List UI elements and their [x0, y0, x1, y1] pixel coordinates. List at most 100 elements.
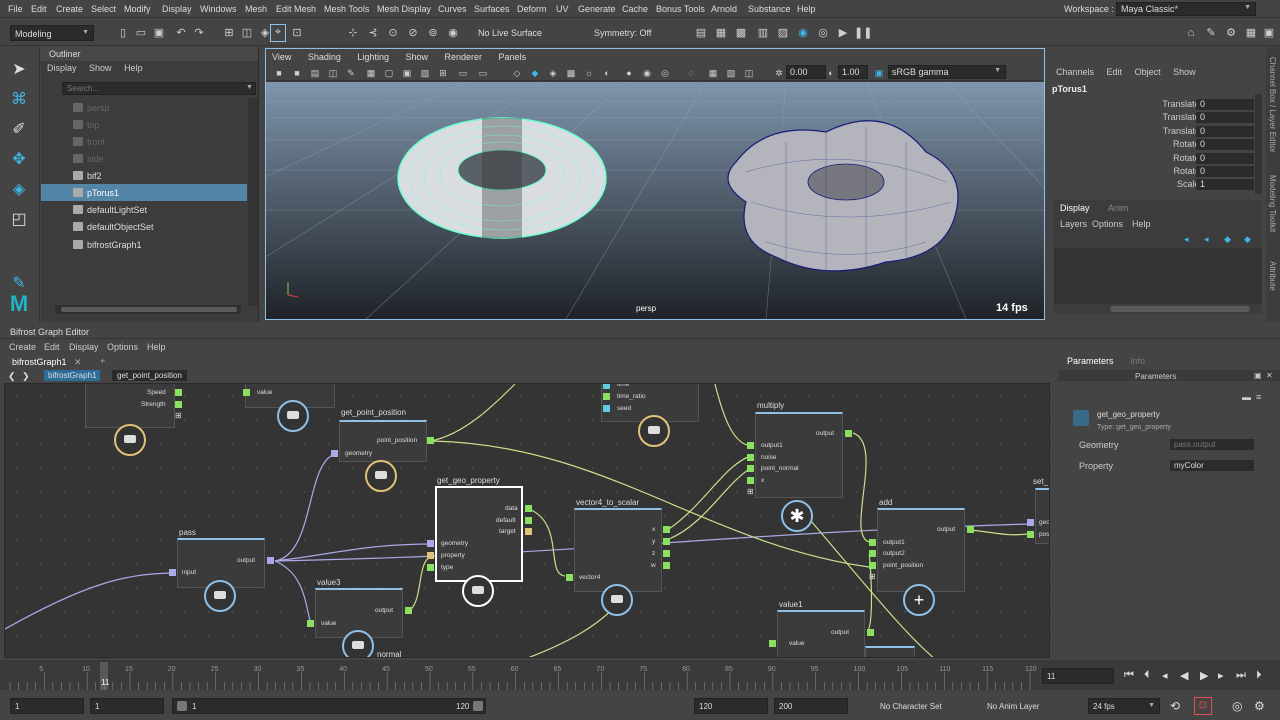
- new-layer-icon[interactable]: ◆: [1224, 234, 1231, 245]
- isolate-select-icon[interactable]: ◌: [684, 66, 698, 80]
- back-icon[interactable]: ❮: [8, 371, 16, 382]
- menu-mesh-display[interactable]: Mesh Display: [377, 4, 431, 14]
- pin-add-output[interactable]: [967, 526, 974, 533]
- grid-icon[interactable]: ▦: [364, 66, 378, 80]
- channel-row[interactable]: Scale X1: [1050, 179, 1260, 192]
- menu-generate[interactable]: Generate: [578, 4, 616, 14]
- paint-select-tool-icon[interactable]: ✐: [8, 119, 30, 141]
- torus-mesh[interactable]: [397, 117, 607, 239]
- pin-strength[interactable]: [175, 401, 182, 408]
- outliner-item[interactable]: side: [41, 150, 247, 167]
- hypershade-icon[interactable]: ◎: [816, 26, 830, 40]
- sound-icon[interactable]: ◎: [1232, 699, 1242, 713]
- channel-value[interactable]: 0: [1196, 139, 1254, 151]
- make-live-icon[interactable]: ◉: [446, 26, 460, 40]
- pin-w[interactable]: [663, 562, 670, 569]
- play-forward-icon[interactable]: ▶: [1200, 669, 1208, 682]
- panel-icon[interactable]: ▣: [1262, 26, 1276, 40]
- color-management-icon[interactable]: ▣: [872, 66, 886, 80]
- perspective-viewport[interactable]: View Shading Lighting Show Renderer Pane…: [265, 48, 1045, 320]
- go-to-start-icon[interactable]: ⏮: [1124, 669, 1134, 682]
- step-back-frame-icon[interactable]: ◂: [1162, 669, 1168, 682]
- pin-pass-output[interactable]: [267, 557, 274, 564]
- menu-edit[interactable]: Edit: [31, 4, 47, 14]
- bookmark-icon[interactable]: ■: [290, 66, 304, 80]
- menu-uv[interactable]: UV: [556, 4, 569, 14]
- pin-panel-icon[interactable]: ▬: [1242, 392, 1251, 402]
- character-set-select[interactable]: No Character Set: [880, 702, 942, 711]
- channel-row[interactable]: Rotate Z0: [1050, 166, 1260, 179]
- move-tool-icon[interactable]: ✥: [8, 149, 30, 171]
- select-object-icon[interactable]: ◫: [240, 26, 254, 40]
- menu-mesh[interactable]: Mesh: [245, 4, 267, 14]
- viewport-menu-shading[interactable]: Shading: [308, 52, 341, 62]
- menu-edit-mesh[interactable]: Edit Mesh: [276, 4, 316, 14]
- menu-mesh-tools[interactable]: Mesh Tools: [324, 4, 369, 14]
- resolution-gate-icon[interactable]: ▣: [400, 66, 414, 80]
- auto-key-icon[interactable]: ⊡: [1194, 697, 1212, 715]
- outliner-item[interactable]: bif2: [41, 167, 247, 184]
- bifrost-menu-options[interactable]: Options: [107, 342, 138, 352]
- layer-menu-options[interactable]: Options: [1092, 219, 1123, 229]
- menu-curves[interactable]: Curves: [438, 4, 467, 14]
- workspace-select[interactable]: Maya Classic* ▼: [1116, 2, 1256, 16]
- add-port-icon[interactable]: ⊞: [747, 487, 754, 496]
- side-tab-attribute[interactable]: Attribute: [1268, 261, 1277, 291]
- node-feedback-icon[interactable]: [114, 424, 146, 456]
- paint-icon[interactable]: ✎: [1204, 26, 1218, 40]
- wireframe-icon[interactable]: ◇: [510, 66, 524, 80]
- film-gate-icon[interactable]: ▢: [382, 66, 396, 80]
- more-icon[interactable]: ≡: [1256, 392, 1261, 402]
- ambient-occlusion-icon[interactable]: ●: [622, 66, 636, 80]
- lights-icon[interactable]: ☼: [582, 66, 596, 80]
- redo-icon[interactable]: ↷: [192, 26, 206, 40]
- node-geo-property-icon[interactable]: [462, 575, 494, 607]
- render-settings-icon[interactable]: ▨: [776, 26, 790, 40]
- channel-value[interactable]: 0: [1196, 125, 1254, 137]
- render-view-icon[interactable]: ▶: [836, 26, 850, 40]
- side-tab-channel-box[interactable]: Channel Box / Layer Editor: [1268, 57, 1277, 153]
- layer-down-icon[interactable]: ◂: [1204, 234, 1209, 245]
- search-options-icon[interactable]: ▼: [246, 84, 253, 91]
- pin-set-geo[interactable]: [1027, 519, 1034, 526]
- exposure-field[interactable]: 0.00: [786, 65, 826, 79]
- pin-add-output1[interactable]: [869, 539, 876, 546]
- dock-icon[interactable]: ▣: [1254, 371, 1262, 380]
- menu-arnold[interactable]: Arnold: [711, 4, 737, 14]
- construction-history-icon[interactable]: ▤: [694, 26, 708, 40]
- pin-data[interactable]: [525, 505, 532, 512]
- pin-point-position[interactable]: [427, 437, 434, 444]
- menu-surfaces[interactable]: Surfaces: [474, 4, 510, 14]
- menu-bonus-tools[interactable]: Bonus Tools: [656, 4, 705, 14]
- pin-value1-input[interactable]: [769, 640, 776, 647]
- pin-mult-point-normal[interactable]: [747, 465, 754, 472]
- viewport-menu-view[interactable]: View: [272, 52, 291, 62]
- node-vector4-icon[interactable]: [601, 584, 633, 616]
- channels-menu-edit[interactable]: Edit: [1107, 67, 1123, 77]
- new-layer-selected-icon[interactable]: ◆: [1244, 234, 1251, 245]
- step-back-key-icon[interactable]: ⏴: [1144, 669, 1150, 682]
- channel-value[interactable]: 0: [1196, 112, 1254, 124]
- property-field[interactable]: myColor: [1170, 460, 1254, 471]
- pin-vector4[interactable]: [566, 574, 573, 581]
- select-hierarchy-icon[interactable]: ⊞: [222, 26, 236, 40]
- channel-value[interactable]: 0: [1196, 99, 1254, 110]
- step-forward-key-icon[interactable]: ⏵: [1256, 669, 1262, 682]
- node-geo-icon[interactable]: [365, 460, 397, 492]
- node-value-icon[interactable]: [277, 400, 309, 432]
- pin-set-pos[interactable]: [1027, 531, 1034, 538]
- tab-anim[interactable]: Anim: [1108, 203, 1129, 213]
- image-plane-icon[interactable]: ▤: [308, 66, 322, 80]
- select-tool-icon[interactable]: ➤: [8, 59, 30, 81]
- shadows-icon[interactable]: ◐: [600, 66, 614, 80]
- outliner-item[interactable]: front: [41, 133, 247, 150]
- current-frame-field[interactable]: 11: [1042, 668, 1114, 684]
- snap-icon[interactable]: ⊡: [290, 26, 304, 40]
- snap-view-icon[interactable]: ⊘: [406, 26, 420, 40]
- pin-target[interactable]: [525, 528, 532, 535]
- tab-bifrostgraph1[interactable]: bifrostGraph1: [12, 357, 67, 367]
- channel-row[interactable]: Rotate Y0: [1050, 152, 1260, 166]
- close-panel-icon[interactable]: ✕: [1266, 371, 1273, 380]
- menu-windows[interactable]: Windows: [200, 4, 237, 14]
- smooth-shade-icon[interactable]: ◆: [528, 66, 542, 80]
